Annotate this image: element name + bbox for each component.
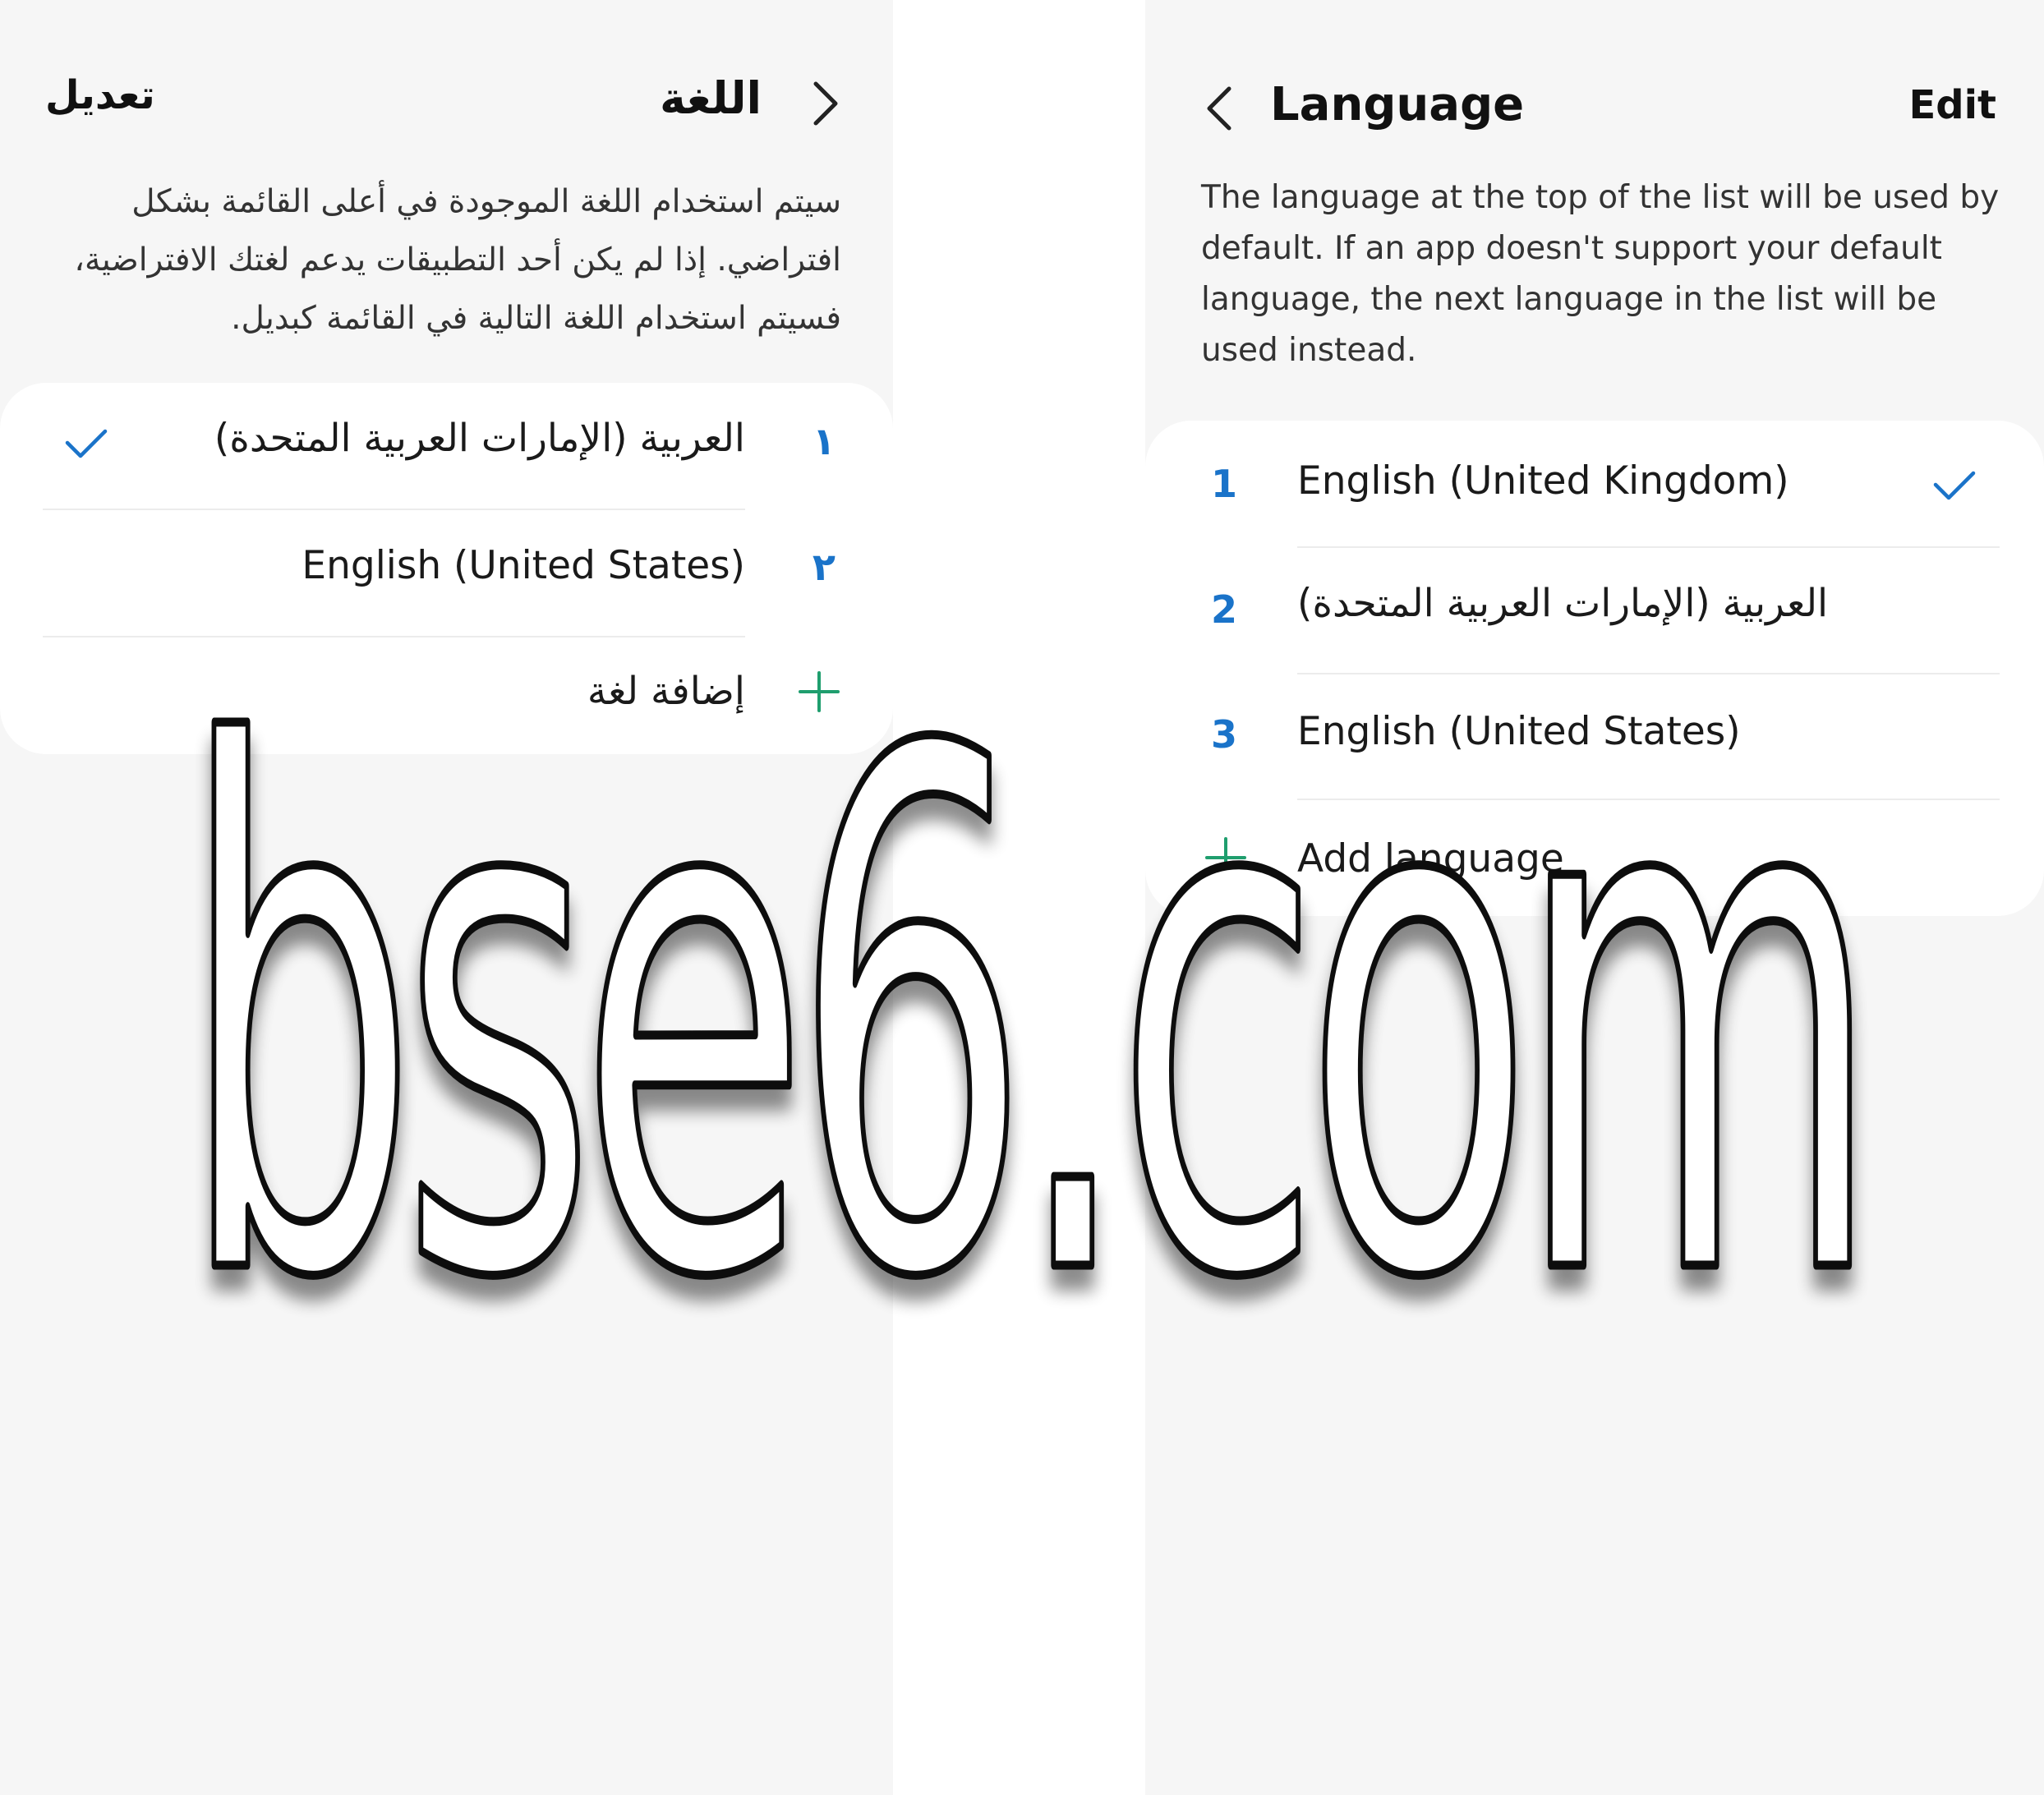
language-item-2[interactable]: English (United States) ٢ — [0, 510, 893, 637]
add-language-button[interactable]: إضافة لغة — [0, 637, 893, 764]
language-order-number: ٢ — [812, 545, 836, 589]
language-item-1[interactable]: 1 English (United Kingdom) — [1145, 421, 2044, 547]
arabic-language-screen: تعديل اللغة سيتم استخدام اللغة الموجودة … — [0, 0, 893, 1795]
add-language-label: Add language — [1297, 836, 1564, 881]
language-order-number: 1 — [1211, 462, 1238, 506]
page-title: Language — [1270, 78, 1525, 131]
page-title: اللغة — [659, 72, 762, 124]
add-language-button[interactable]: Add language — [1145, 800, 2044, 927]
plus-icon — [799, 671, 840, 712]
language-name: English (United Kingdom) — [1297, 458, 1789, 504]
language-description: سيتم استخدام اللغة الموجودة في أعلى القا… — [74, 183, 841, 337]
language-list: العربية (الإمارات العربية المتحدة) ١ Eng… — [0, 383, 893, 754]
back-chevron-icon[interactable] — [806, 79, 844, 128]
language-item-2[interactable]: 2 العربية (الإمارات العربية المتحدة) — [1145, 548, 2044, 674]
language-name: English (United States) — [302, 543, 745, 588]
language-order-number: ١ — [812, 419, 836, 463]
language-name: العربية (الإمارات العربية المتحدة) — [214, 416, 745, 461]
language-order-number: 2 — [1211, 587, 1238, 632]
add-language-label: إضافة لغة — [587, 669, 745, 714]
language-order-number: 3 — [1211, 712, 1238, 757]
language-list: 1 English (United Kingdom) 2 العربية (ال… — [1145, 421, 2044, 916]
language-name: English (United States) — [1297, 709, 1741, 754]
language-item-1[interactable]: العربية (الإمارات العربية المتحدة) ١ — [0, 383, 893, 509]
checkmark-icon — [65, 429, 108, 458]
language-item-3[interactable]: 3 English (United States) — [1145, 674, 2044, 801]
plus-icon — [1205, 837, 1246, 878]
english-language-screen: Language Edit The language at the top of… — [1145, 0, 2044, 1795]
language-description: The language at the top of the list will… — [1201, 179, 2000, 369]
edit-button[interactable]: Edit — [1908, 82, 1996, 128]
language-name: العربية (الإمارات العربية المتحدة) — [1297, 581, 1829, 626]
checkmark-icon — [1933, 471, 1976, 500]
edit-button[interactable]: تعديل — [45, 72, 155, 118]
back-chevron-icon[interactable] — [1201, 84, 1239, 133]
